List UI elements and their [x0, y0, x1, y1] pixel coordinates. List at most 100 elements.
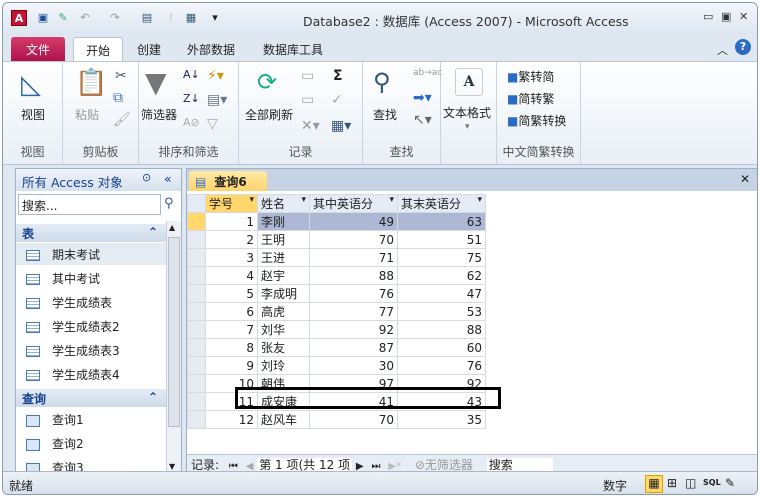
cell-id[interactable]: 9	[205, 356, 258, 375]
nav-scrollbar[interactable]: ▲ ▼	[166, 221, 181, 473]
column-header[interactable]: 学号 ▾	[205, 194, 258, 213]
cell-midterm-english[interactable]: 77	[309, 302, 398, 321]
sort-dropdown-icon[interactable]: ▾	[477, 195, 482, 205]
table-row[interactable]: 5 李成明 76 47	[187, 284, 486, 303]
nav-group-tables[interactable]: 表 ⌃	[16, 224, 166, 242]
customize-toolbar-icon[interactable]: ▾	[207, 10, 223, 26]
replace-icon[interactable]: ab→ac	[413, 68, 442, 78]
cell-id[interactable]: 8	[205, 338, 258, 357]
cell-final-english[interactable]: 51	[397, 230, 486, 249]
nav-item-query[interactable]: 查询2	[26, 432, 166, 454]
row-selector[interactable]	[187, 338, 206, 357]
cell-final-english[interactable]: 53	[397, 302, 486, 321]
clear-sort-icon[interactable]: A⊘	[183, 116, 200, 129]
cell-midterm-english[interactable]: 88	[309, 266, 398, 285]
cell-midterm-english[interactable]: 92	[309, 320, 398, 339]
undo-icon[interactable]: ↶	[77, 10, 93, 26]
traditional-to-simplified-button[interactable]: ■繁转简	[507, 68, 554, 85]
design-view-icon[interactable]: ✎	[55, 10, 71, 26]
table-row[interactable]: 8 张友 87 60	[187, 338, 486, 357]
save-icon[interactable]: ▣	[35, 10, 51, 26]
table-row[interactable]: 4 赵宇 88 62	[187, 266, 486, 285]
totals-button[interactable]: Σ	[333, 68, 343, 84]
select-all[interactable]	[187, 194, 206, 213]
search-box[interactable]: 搜索	[486, 458, 553, 472]
nav-menu-icon[interactable]: ⊙	[142, 171, 151, 184]
form-icon[interactable]: ▤	[139, 10, 155, 26]
design-view-icon[interactable]: ✎	[725, 476, 735, 490]
shutter-icon[interactable]: «	[164, 171, 172, 186]
sort-dropdown-icon[interactable]: ▾	[301, 195, 306, 205]
nav-item-query[interactable]: 查询1	[26, 408, 166, 430]
delete-icon[interactable]: ✕▾	[301, 118, 320, 134]
cell-name[interactable]: 李刚	[257, 212, 310, 231]
cell-midterm-english[interactable]: 76	[309, 284, 398, 303]
goto-icon[interactable]: ➡▾	[413, 90, 432, 106]
selection-filter-icon[interactable]: ⚡▾	[207, 68, 224, 84]
tab-query6[interactable]: ▤ 查询6	[189, 171, 267, 191]
scroll-up-icon[interactable]: ▲	[169, 223, 175, 232]
cell-id[interactable]: 3	[205, 248, 258, 267]
tab-file[interactable]: 文件	[11, 37, 65, 61]
pivotchart-view-icon[interactable]: ◫	[685, 476, 696, 490]
tab-database-tools[interactable]: 数据库工具	[251, 37, 335, 61]
sort-descending-icon[interactable]: Z↓	[183, 92, 200, 105]
cell-id[interactable]: 4	[205, 266, 258, 285]
row-selector[interactable]	[187, 356, 206, 375]
view-button[interactable]: 视图	[21, 106, 45, 123]
cell-id[interactable]: 7	[205, 320, 258, 339]
sql-view-button[interactable]: SQL	[703, 478, 721, 487]
cell-name[interactable]: 赵风车	[257, 410, 310, 429]
cut-icon[interactable]: ✂	[115, 68, 127, 84]
table-row[interactable]: 7 刘华 92 88	[187, 320, 486, 339]
copy-icon[interactable]: ⧉	[113, 90, 123, 106]
conversion-button[interactable]: ■简繁转换	[507, 112, 566, 129]
minimize-button[interactable]: ▭	[703, 10, 713, 23]
row-selector[interactable]	[187, 248, 206, 267]
paste-button[interactable]: 粘贴	[75, 106, 99, 123]
search-icon[interactable]: ⚲	[164, 196, 174, 211]
cell-midterm-english[interactable]: 87	[309, 338, 398, 357]
nav-group-queries[interactable]: 查询 ⌃	[16, 389, 166, 407]
redo-icon[interactable]: ↷	[107, 10, 123, 26]
nav-item-table[interactable]: 学生成绩表	[26, 291, 166, 313]
row-selector[interactable]	[187, 230, 206, 249]
row-selector[interactable]	[187, 320, 206, 339]
help-icon[interactable]: ?	[735, 39, 751, 55]
cell-name[interactable]: 刘华	[257, 320, 310, 339]
select-icon[interactable]: ↖▾	[413, 112, 432, 128]
advanced-filter-icon[interactable]: ▤▾	[207, 92, 227, 108]
sort-dropdown-icon[interactable]: ▾	[389, 195, 394, 205]
cell-midterm-english[interactable]: 30	[309, 356, 398, 375]
column-header[interactable]: 其中英语分 ▾	[309, 194, 398, 213]
cell-name[interactable]: 赵宇	[257, 266, 310, 285]
cell-name[interactable]: 王明	[257, 230, 310, 249]
tab-home[interactable]: 开始	[73, 37, 123, 61]
cell-name[interactable]: 刘玲	[257, 356, 310, 375]
table-icon[interactable]: ▦	[183, 10, 199, 26]
nav-item-table[interactable]: 学生成绩表2	[26, 315, 166, 337]
cell-final-english[interactable]: 60	[397, 338, 486, 357]
new-record-icon[interactable]: ▭	[301, 68, 314, 84]
cell-midterm-english[interactable]: 49	[309, 212, 398, 231]
collapse-icon[interactable]: ⌃	[148, 390, 158, 404]
cell-final-english[interactable]: 88	[397, 320, 486, 339]
toggle-filter-icon[interactable]: ▽	[207, 116, 218, 132]
simplified-to-traditional-button[interactable]: ■简转繁	[507, 90, 554, 107]
scroll-down-icon[interactable]: ▼	[169, 462, 175, 471]
nav-item-table[interactable]: 学生成绩表3	[26, 339, 166, 361]
sort-ascending-icon[interactable]: A↓	[183, 68, 200, 81]
datasheet-view-icon[interactable]: ▦	[645, 475, 663, 493]
cell-name[interactable]: 高虎	[257, 302, 310, 321]
cell-id[interactable]: 2	[205, 230, 258, 249]
refresh-all-button[interactable]: 全部刷新	[245, 106, 293, 123]
filter-status[interactable]: ⊘无筛选器	[415, 458, 473, 472]
row-selector[interactable]	[187, 374, 206, 393]
table-row[interactable]: 6 高虎 77 53	[187, 302, 486, 321]
cell-id[interactable]: 6	[205, 302, 258, 321]
cell-midterm-english[interactable]: 70	[309, 230, 398, 249]
row-selector[interactable]	[187, 392, 206, 411]
close-document-icon[interactable]: ✕	[740, 172, 750, 186]
cell-name[interactable]: 李成明	[257, 284, 310, 303]
pivottable-view-icon[interactable]: ⊞	[667, 476, 677, 490]
